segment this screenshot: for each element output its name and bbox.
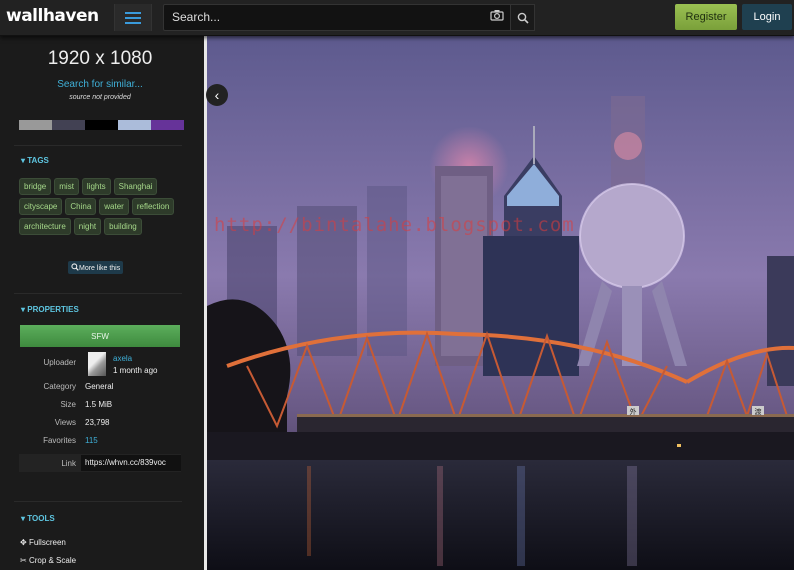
tag-list: bridge mist lights Shanghai cityscape Ch… — [19, 178, 184, 235]
divider — [14, 293, 182, 294]
palette-color-4[interactable] — [118, 120, 151, 130]
back-button[interactable]: ‹ — [206, 84, 228, 106]
tag[interactable]: mist — [54, 178, 79, 195]
palette-color-5[interactable] — [151, 120, 184, 130]
divider — [14, 145, 182, 146]
favorites-value[interactable]: 115 — [85, 436, 98, 445]
tag[interactable]: water — [99, 198, 129, 215]
sidebar — [0, 36, 204, 570]
wallpaper-image[interactable]: 外 渡 — [207, 36, 794, 570]
search-icon — [517, 12, 529, 24]
login-button[interactable]: Login — [742, 4, 792, 30]
avatar[interactable] — [88, 352, 106, 376]
color-palette — [19, 120, 184, 130]
menu-icon — [125, 11, 141, 14]
link-label: Link — [61, 459, 76, 468]
properties-heading[interactable]: PROPERTIES — [21, 305, 79, 314]
palette-color-2[interactable] — [52, 120, 85, 130]
favorites-label: Favorites — [43, 436, 76, 445]
uploader-label: Uploader — [43, 358, 76, 367]
register-button[interactable]: Register — [675, 4, 737, 30]
crop-tool[interactable]: ✂ Crop & Scale — [20, 556, 76, 565]
search-button[interactable] — [510, 4, 535, 31]
tag[interactable]: bridge — [19, 178, 52, 195]
top-bar: wallhaven Register Login — [0, 0, 794, 36]
tag[interactable]: reflection — [131, 198, 175, 215]
source-text: source not provided — [69, 94, 131, 101]
size-value: 1.5 MiB — [85, 400, 113, 409]
uploader-name[interactable]: axela — [113, 354, 132, 363]
tags-heading[interactable]: TAGS — [21, 156, 49, 165]
tag[interactable]: Shanghai — [113, 178, 158, 195]
search-box — [163, 4, 511, 31]
short-link-field[interactable]: https://whvn.cc/839voc — [81, 455, 181, 471]
fullscreen-icon: ✥ — [20, 538, 27, 547]
logo[interactable]: wallhaven — [6, 6, 99, 26]
watermark: http://bintalahe.blogspot.com — [214, 214, 575, 236]
search-input[interactable] — [164, 5, 472, 28]
category-label: Category — [43, 382, 76, 391]
purity-badge: SFW — [20, 325, 180, 347]
size-label: Size — [60, 400, 76, 409]
search-icon — [71, 263, 79, 271]
palette-color-3[interactable] — [85, 120, 118, 130]
divider — [14, 501, 182, 502]
crop-label: Crop & Scale — [28, 556, 77, 565]
tag[interactable]: China — [65, 198, 97, 215]
tools-heading[interactable]: TOOLS — [21, 514, 54, 523]
resolution: 1920 x 1080 — [47, 48, 153, 69]
fullscreen-tool[interactable]: ✥ Fullscreen — [20, 538, 66, 547]
palette-color-1[interactable] — [19, 120, 52, 130]
tag[interactable]: night — [73, 218, 102, 235]
tag[interactable]: lights — [81, 178, 111, 195]
wallpaper-scene: 外 渡 — [207, 36, 794, 570]
chevron-left-icon: ‹ — [214, 87, 220, 103]
menu-button[interactable] — [114, 4, 152, 31]
upload-time: 1 month ago — [113, 366, 158, 375]
more-like-this-button[interactable]: More like this — [68, 261, 124, 274]
fullscreen-label: Fullscreen — [28, 538, 66, 547]
bridge-sign-left: 外 — [630, 407, 637, 416]
scissors-icon: ✂ — [20, 556, 27, 565]
more-like-this-label: More like this — [79, 265, 121, 272]
search-similar-link[interactable]: Search for similar... — [0, 79, 200, 90]
views-value: 23,798 — [85, 418, 110, 427]
camera-icon[interactable] — [490, 9, 504, 21]
category-value: General — [85, 382, 114, 391]
views-label: Views — [54, 418, 76, 427]
tag[interactable]: building — [104, 218, 142, 235]
bridge-sign-right: 渡 — [755, 407, 762, 416]
tag[interactable]: cityscape — [19, 198, 63, 215]
tag[interactable]: architecture — [19, 218, 71, 235]
